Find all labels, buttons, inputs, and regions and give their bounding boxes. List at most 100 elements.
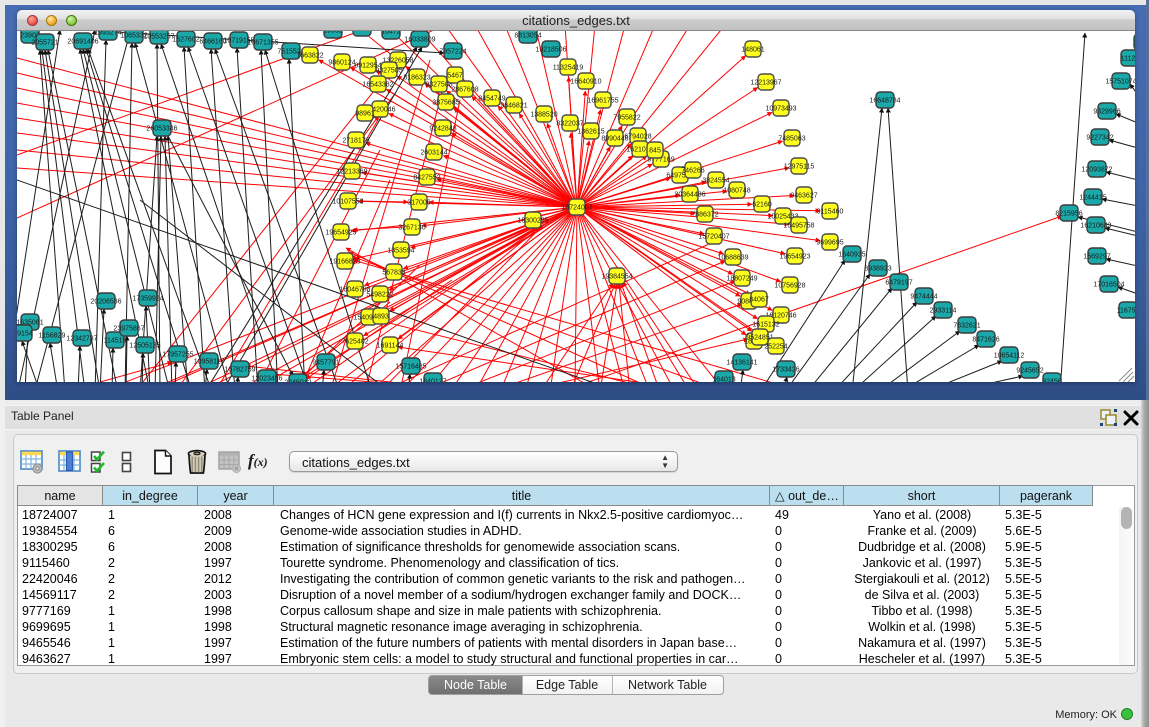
svg-text:1733426: 1733426 <box>772 367 799 374</box>
svg-text:16495758: 16495758 <box>783 223 814 230</box>
svg-text:7886372: 7886372 <box>691 212 718 219</box>
svg-text:8454749: 8454749 <box>478 96 505 103</box>
svg-text:164013: 164013 <box>712 377 735 383</box>
svg-text:1156829: 1156829 <box>39 333 66 340</box>
svg-text:114519: 114519 <box>104 338 127 345</box>
svg-text:116753: 116753 <box>1117 308 1135 315</box>
svg-text:17359924: 17359924 <box>132 296 163 303</box>
svg-text:1362615: 1362615 <box>577 129 604 136</box>
svg-text:1993274: 1993274 <box>94 31 121 37</box>
svg-text:20691406: 20691406 <box>67 39 98 46</box>
svg-text:10671355: 10671355 <box>247 40 278 47</box>
svg-text:11125: 11125 <box>1121 56 1135 63</box>
svg-text:9860124: 9860124 <box>328 60 355 67</box>
svg-text:7632621: 7632621 <box>953 323 980 330</box>
svg-text:12342737: 12342737 <box>66 336 97 343</box>
svg-text:4893: 4893 <box>373 314 389 321</box>
svg-text:18724007: 18724007 <box>561 205 592 212</box>
svg-text:16543382: 16543382 <box>362 82 393 89</box>
svg-text:1527602: 1527602 <box>172 37 199 44</box>
svg-text:567833: 567833 <box>382 270 405 277</box>
svg-text:19218506: 19218506 <box>535 47 566 54</box>
svg-text:20206536: 20206536 <box>90 299 121 306</box>
svg-text:10958117: 10958117 <box>194 359 225 366</box>
svg-text:10688639: 10688639 <box>717 255 748 262</box>
svg-text:10107553: 10107553 <box>332 199 363 206</box>
svg-text:1353594: 1353594 <box>387 248 414 255</box>
svg-text:8186323: 8186323 <box>403 75 430 82</box>
svg-text:18807249: 18807249 <box>726 276 757 283</box>
svg-text:16033809: 16033809 <box>404 37 435 44</box>
svg-text:3824554: 3824554 <box>702 178 729 185</box>
svg-text:9646821: 9646821 <box>500 103 527 110</box>
svg-text:10654112: 10654112 <box>994 353 1025 360</box>
svg-text:9115460: 9115460 <box>817 209 844 216</box>
svg-text:8322037: 8322037 <box>556 121 583 128</box>
svg-text:14136141: 14136141 <box>726 360 757 367</box>
svg-text:10973493: 10973493 <box>765 106 796 113</box>
svg-text:17016504: 17016504 <box>1093 282 1124 289</box>
svg-text:2867608: 2867608 <box>451 87 478 94</box>
svg-text:252254: 252254 <box>764 344 787 351</box>
svg-text:9699695: 9699695 <box>816 240 843 247</box>
svg-text:62160: 62160 <box>752 202 772 209</box>
svg-text:1569297: 1569297 <box>1083 254 1110 261</box>
svg-text:1244415: 1244415 <box>1079 195 1106 202</box>
svg-text:3267130: 3267130 <box>398 225 425 232</box>
svg-text:8471626: 8471626 <box>972 337 999 344</box>
svg-text:8427552: 8427552 <box>413 175 440 182</box>
svg-text:12023466: 12023466 <box>251 376 282 383</box>
svg-text:1615132: 1615132 <box>752 322 779 329</box>
svg-text:8215956: 8215956 <box>1055 211 1082 218</box>
svg-text:1691144: 1691144 <box>377 343 404 350</box>
svg-text:6479197: 6479197 <box>885 280 912 287</box>
svg-text:7663822: 7663822 <box>296 53 323 60</box>
svg-text:12505135: 12505135 <box>129 343 160 350</box>
svg-text:5467: 5467 <box>447 73 463 80</box>
svg-text:15751074: 15751074 <box>1105 79 1135 86</box>
svg-text:10553257: 10553257 <box>143 34 174 41</box>
svg-text:10756928: 10756928 <box>774 283 805 290</box>
svg-text:11325419: 11325419 <box>553 65 584 72</box>
svg-text:9457791: 9457791 <box>312 360 339 367</box>
svg-text:12213369: 12213369 <box>336 169 367 176</box>
svg-text:148061: 148061 <box>741 47 764 54</box>
svg-text:2055721: 2055721 <box>31 40 58 47</box>
svg-text:19654923: 19654923 <box>779 254 810 261</box>
svg-text:84067: 84067 <box>749 297 769 304</box>
svg-text:16961755: 16961755 <box>587 98 618 105</box>
svg-text:16210643: 16210643 <box>1080 223 1111 230</box>
svg-text:7357224: 7357224 <box>439 49 466 56</box>
svg-text:10472: 10472 <box>381 31 401 36</box>
svg-text:7485063: 7485063 <box>778 136 805 143</box>
svg-text:12213967: 12213967 <box>750 80 781 87</box>
svg-text:5498222: 5498222 <box>366 292 393 299</box>
svg-text:17957255: 17957255 <box>162 352 193 359</box>
svg-text:20364486: 20364486 <box>674 192 705 199</box>
svg-text:26053346: 26053346 <box>146 126 177 133</box>
svg-text:8813054: 8813054 <box>514 33 541 40</box>
svg-text:11548: 11548 <box>1134 40 1135 47</box>
svg-text:39154: 39154 <box>17 331 33 338</box>
svg-text:8938923: 8938923 <box>864 266 891 273</box>
svg-text:18337: 18337 <box>352 31 372 33</box>
svg-text:2933114: 2933114 <box>930 308 957 315</box>
svg-text:12975115: 12975115 <box>784 164 815 171</box>
svg-text:15720407: 15720407 <box>698 234 729 241</box>
svg-text:9463627: 9463627 <box>790 193 817 200</box>
svg-text:16640910: 16640910 <box>570 79 601 86</box>
svg-text:2603144: 2603144 <box>420 150 447 157</box>
svg-text:7955822: 7955822 <box>613 115 640 122</box>
svg-text:19384554: 19384554 <box>601 274 632 281</box>
svg-text:7625402: 7625402 <box>341 339 368 346</box>
svg-text:19654925: 19654925 <box>325 230 356 237</box>
svg-text:3875685: 3875685 <box>432 100 459 107</box>
svg-text:23975867: 23975867 <box>113 326 144 333</box>
svg-text:9245652: 9245652 <box>1016 368 1043 375</box>
svg-text:317006: 317006 <box>407 200 430 207</box>
svg-text:2245012: 2245012 <box>284 380 311 383</box>
svg-text:9227342: 9227342 <box>1086 135 1113 142</box>
svg-text:9242848: 9242848 <box>429 126 456 133</box>
svg-text:845: 845 <box>649 148 661 155</box>
svg-text:19166825: 19166825 <box>329 259 360 266</box>
